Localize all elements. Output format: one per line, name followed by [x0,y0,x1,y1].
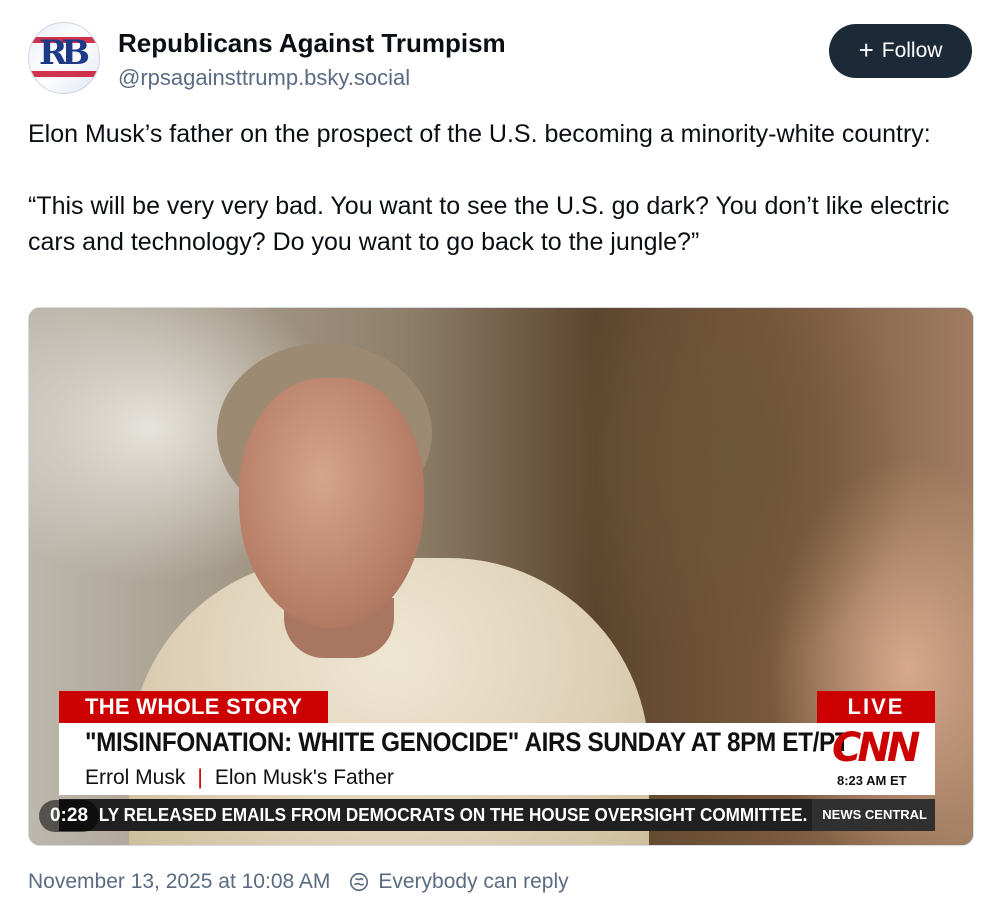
post-paragraph: “This will be very very bad. You want to… [28,192,950,256]
live-badge: LIVE [817,691,935,723]
subject-title: Elon Musk's Father [214,766,394,789]
post-paragraph: Elon Musk’s father on the prospect of th… [28,120,931,148]
follow-button-label: Follow [881,39,943,62]
post-text: Elon Musk’s father on the prospect of th… [28,116,968,260]
news-ticker: LY RELEASED EMAILS FROM DEMOCRATS ON THE… [59,799,935,831]
author-display-name[interactable]: Republicans Against Trumpism [118,28,506,59]
cnn-logo: CNN [832,725,920,771]
follow-button[interactable]: + Follow [829,24,972,78]
chyron-subline: Errol Musk | Elon Musk's Father [85,766,394,790]
ticker-text: LY RELEASED EMAILS FROM DEMOCRATS ON THE… [98,804,808,825]
plus-icon: + [858,35,874,65]
post-timestamp[interactable]: November 13, 2025 at 10:08 AM [28,870,330,894]
post-meta: November 13, 2025 at 10:08 AM Everybody … [28,870,569,894]
reply-setting[interactable]: Everybody can reply [378,870,568,894]
chyron-headline: "MISINFONATION: WHITE GENOCIDE" AIRS SUN… [85,727,850,757]
ticker-brand: NEWS CENTRAL [812,799,935,831]
avatar-monogram-text: RB [39,33,90,73]
separator: | [197,766,203,789]
video-timecode: 0:28 [39,800,99,832]
avatar-monogram: RB [39,33,90,73]
avatar[interactable]: RB [28,22,100,94]
video-subject-face [239,378,424,628]
program-banner: THE WHOLE STORY [59,691,329,723]
lower-third: "MISINFONATION: WHITE GENOCIDE" AIRS SUN… [59,723,935,795]
video-player[interactable]: THE WHOLE STORY LIVE "MISINFONATION: WHI… [28,307,974,846]
broadcast-clock: 8:23 AM ET [837,773,907,788]
globe-reply-icon [348,871,370,893]
subject-name: Errol Musk [85,766,186,789]
author-handle[interactable]: @rpsagainsttrump.bsky.social [118,65,410,91]
